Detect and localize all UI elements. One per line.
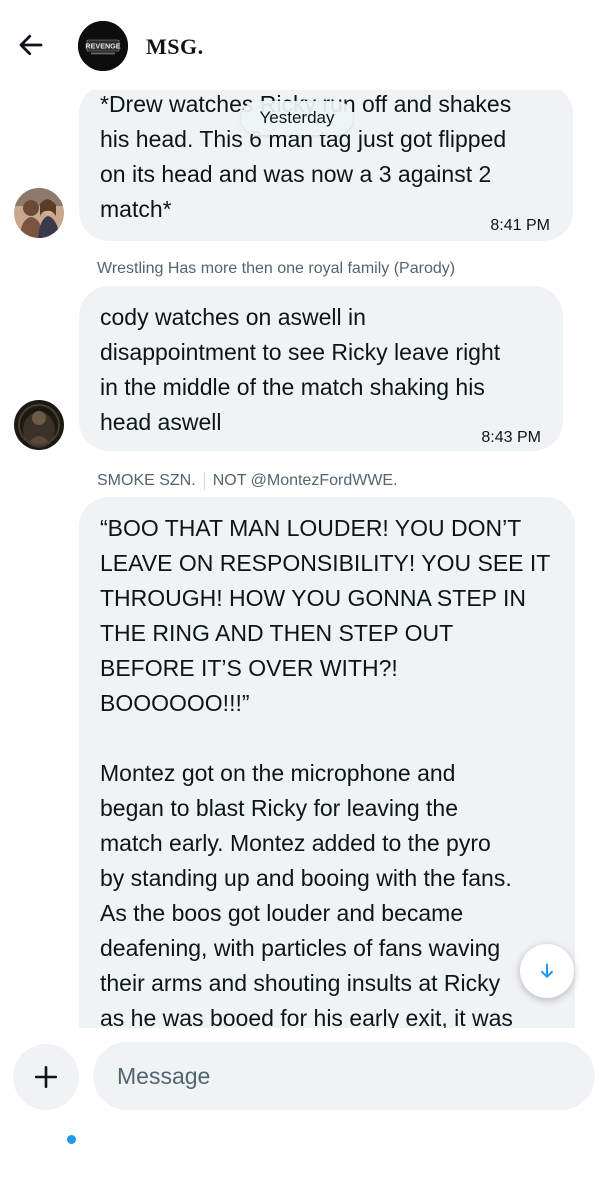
message-timestamp: 8:43 PM bbox=[481, 429, 541, 446]
home-notification-dot bbox=[67, 1135, 76, 1144]
date-separator: Yesterday bbox=[241, 101, 353, 135]
sender-avatar[interactable] bbox=[14, 400, 64, 450]
sender-divider bbox=[203, 472, 205, 490]
chat-header: REVENGE MSG. bbox=[0, 0, 607, 90]
message-text: cody watches on aswell in disappointment… bbox=[100, 304, 501, 435]
arrow-left-icon bbox=[19, 34, 43, 56]
plus-icon bbox=[34, 1065, 58, 1089]
sender-name: Wrestling Has more then one royal family… bbox=[97, 260, 456, 277]
arrow-down-icon bbox=[541, 963, 553, 978]
back-button[interactable] bbox=[14, 28, 48, 62]
chat-title[interactable]: MSG. bbox=[146, 34, 204, 60]
message-composer bbox=[0, 1028, 607, 1200]
revenge-logo: REVENGE bbox=[78, 21, 128, 71]
message-input[interactable] bbox=[93, 1042, 595, 1110]
add-media-button[interactable] bbox=[13, 1044, 79, 1110]
scroll-to-bottom-button[interactable] bbox=[520, 944, 574, 998]
message-bubble-3[interactable]: “BOO THAT MAN LOUDER! YOU DON’T LEAVE ON… bbox=[79, 497, 575, 1057]
svg-text:REVENGE: REVENGE bbox=[85, 42, 120, 51]
message-bubble-2[interactable]: cody watches on aswell in disappointment… bbox=[79, 286, 563, 451]
sender-handle-note: NOT @MontezFordWWE. bbox=[212, 472, 398, 490]
sender-name: SMOKE SZN. bbox=[97, 472, 196, 490]
sender-label: SMOKE SZN. NOT @MontezFordWWE. bbox=[97, 472, 398, 490]
sender-avatar[interactable] bbox=[14, 188, 64, 238]
group-avatar[interactable]: REVENGE bbox=[78, 21, 128, 71]
message-text: “BOO THAT MAN LOUDER! YOU DON’T LEAVE ON… bbox=[100, 515, 551, 1031]
message-timestamp: 8:41 PM bbox=[490, 217, 550, 234]
